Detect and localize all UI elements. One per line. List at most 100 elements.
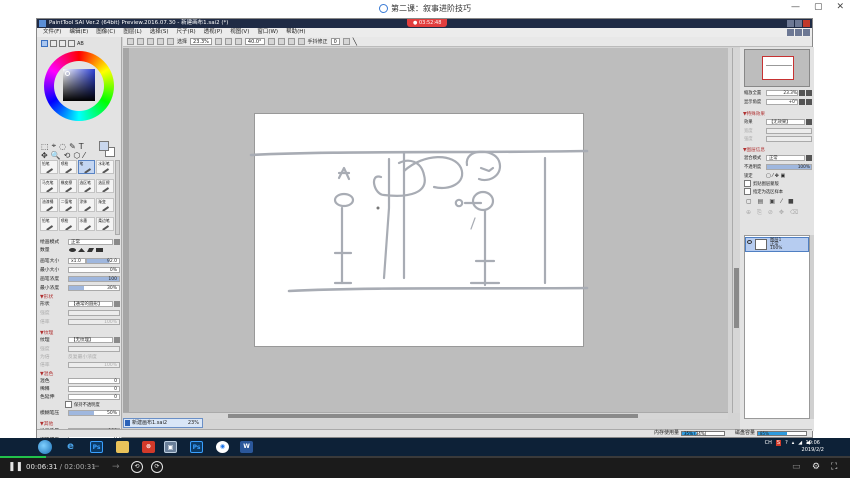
brush-slot[interactable]: 喷枪 (58, 217, 77, 231)
layer-blend-select[interactable]: 正常 (766, 154, 805, 161)
brush-density-slider[interactable]: 100 (68, 275, 120, 282)
pause-icon[interactable]: ❚❚ (8, 462, 23, 472)
document-tab[interactable]: 新建画布1.sai2 23% (123, 418, 203, 428)
hsv-slider-mode-button[interactable] (59, 40, 66, 47)
shape-intensity-slider[interactable] (68, 309, 120, 316)
min-density-slider[interactable]: 30% (68, 284, 120, 291)
new-set-icon[interactable]: ▤ (758, 198, 764, 205)
redo-button[interactable] (137, 38, 144, 45)
magic-wand-tool-icon[interactable]: ◌ (59, 142, 66, 151)
minimize-button[interactable]: — (791, 2, 800, 12)
persist-slider[interactable]: 0 (68, 393, 120, 400)
nav-rotate-left-button[interactable] (799, 98, 805, 105)
brush-slot[interactable]: 选区笔 (77, 179, 96, 193)
brush-slot[interactable]: 笔 (77, 160, 96, 174)
brush-slot[interactable]: 铅笔 (40, 217, 58, 231)
color-wheel-mode-button[interactable] (41, 40, 48, 47)
lasso-tool-icon[interactable]: ⌖ (52, 141, 57, 151)
navigator-viewport[interactable] (762, 56, 794, 80)
menu-file[interactable]: 文件(F) (43, 28, 61, 37)
layer-move-icon[interactable]: ✥ (779, 209, 784, 217)
layer-eraser-icon[interactable]: ⌫ (790, 209, 798, 217)
brush-slot[interactable]: 渐变 (96, 198, 114, 212)
texture-min-density-check[interactable]: 反复最小浓度 (68, 353, 97, 360)
effect-width-input[interactable] (766, 127, 812, 134)
zoom-out-button[interactable] (214, 38, 222, 45)
brush-size-slider[interactable]: 92.0 (86, 257, 120, 264)
text-tool-icon[interactable]: T (79, 142, 84, 151)
shape-type-dropdown[interactable] (114, 300, 120, 307)
brush-slot[interactable]: 柔边笔 (96, 217, 114, 231)
canvas-horizontal-scrollbar[interactable] (123, 412, 728, 419)
brush-slot[interactable]: 涂抹 (77, 198, 96, 212)
rotate-reset-button[interactable] (287, 38, 295, 45)
selection-source-checkbox[interactable]: 指定为选区样本 (744, 188, 783, 195)
lock-icons[interactable]: ▢ ⁄ ✥ ▣ (766, 173, 785, 179)
nav-zoom-value[interactable]: 23.3% (766, 89, 798, 96)
rewind-10-icon[interactable]: ⟲ (131, 461, 143, 473)
sai-minimize-button[interactable] (787, 20, 794, 27)
rotate-right-button[interactable] (277, 38, 285, 45)
menu-edit[interactable]: 编辑(E) (69, 28, 88, 37)
ime-icon[interactable]: S (775, 440, 782, 446)
texture-intensity-slider[interactable] (68, 345, 120, 352)
doc-close-button[interactable] (803, 29, 810, 36)
keep-opacity-checkbox[interactable]: 保持不透明度 (65, 401, 100, 408)
invert-selection-button[interactable] (157, 38, 164, 45)
mix-section-header[interactable]: ▼混色 (40, 370, 53, 377)
settings-gear-icon[interactable]: ⚙ (812, 462, 820, 472)
close-button[interactable]: ✕ (836, 2, 844, 12)
brush-slot[interactable]: 喷枪 (58, 160, 77, 174)
eyedropper-tool-icon[interactable]: ⁄ (83, 151, 84, 160)
hand-tool-icon[interactable]: ⬡ (73, 151, 80, 160)
menu-perspective[interactable]: 透视(P) (204, 28, 223, 37)
brush-slot[interactable]: 铅笔 (40, 160, 58, 174)
menu-select[interactable]: 选择(S) (150, 28, 169, 37)
vertical-scroll-thumb[interactable] (734, 268, 739, 328)
clear-layer-icon[interactable]: ⊘ (768, 209, 773, 217)
brush-slot[interactable]: 二值笔 (58, 198, 77, 212)
brush-grid-scrollbar[interactable] (115, 160, 120, 235)
brush-slot[interactable]: 水墨 (77, 217, 96, 231)
rgb-slider-mode-button[interactable] (50, 40, 57, 47)
texture-dropdown[interactable] (114, 336, 120, 343)
chrome-app-icon[interactable]: ◉ (216, 441, 229, 453)
brush-slot[interactable]: 马克笔 (40, 179, 58, 193)
sai-maximize-button[interactable] (795, 20, 802, 27)
effects-select[interactable]: 【无效果】 (766, 118, 805, 125)
video-progress-bar[interactable] (0, 456, 850, 458)
photoshop-app-icon[interactable]: Ps (90, 441, 103, 453)
horizontal-scroll-thumb[interactable] (228, 414, 638, 418)
brush-size-mult[interactable]: x1.0 (68, 257, 86, 264)
nav-angle-value[interactable]: +0° (766, 98, 798, 105)
saturation-value-square[interactable] (63, 69, 95, 101)
effects-dropdown[interactable] (806, 118, 812, 125)
layer-blend-dropdown[interactable] (806, 154, 812, 161)
zoom-in-button[interactable] (224, 38, 232, 45)
brush-layer-icon[interactable]: ⁄ (781, 198, 782, 205)
water-slider[interactable]: 0 (68, 385, 120, 392)
sai-close-button[interactable] (803, 20, 810, 27)
navigator-preview[interactable] (744, 49, 810, 87)
rotate-left-button[interactable] (267, 38, 275, 45)
nav-zoom-in-button[interactable] (806, 89, 812, 96)
other-section-header[interactable]: ▼其他 (40, 420, 53, 427)
deselect-button[interactable] (147, 38, 154, 45)
nav-rotate-right-button[interactable] (806, 98, 812, 105)
layer-row[interactable]: 图层1 正常 100% (745, 237, 809, 252)
move-tool-icon[interactable]: ✥ (41, 151, 48, 160)
clock[interactable]: 19:06 2019/2/2 (802, 440, 824, 454)
texture-scale2-slider[interactable]: 100% (68, 361, 120, 368)
ie-app-icon[interactable]: e (64, 441, 77, 453)
brush-slot[interactable]: 选区擦 (96, 179, 114, 193)
menu-view[interactable]: 视图(V) (230, 28, 249, 37)
doc-restore-button[interactable] (795, 29, 802, 36)
stabilizer-dropdown[interactable] (342, 38, 350, 45)
new-folder-icon[interactable]: ▣ (769, 198, 775, 205)
fullscreen-icon[interactable]: ⛶ (831, 462, 837, 472)
video-app-icon[interactable]: ▣ (164, 441, 177, 453)
merge-down-icon[interactable]: ⊕ (746, 209, 751, 217)
shape-type-select[interactable]: 【通常的圆形】 (68, 300, 113, 307)
effects-section-header[interactable]: ▼特殊效果 (743, 111, 765, 117)
zoom-tool-icon[interactable]: 🔍 (51, 151, 61, 160)
